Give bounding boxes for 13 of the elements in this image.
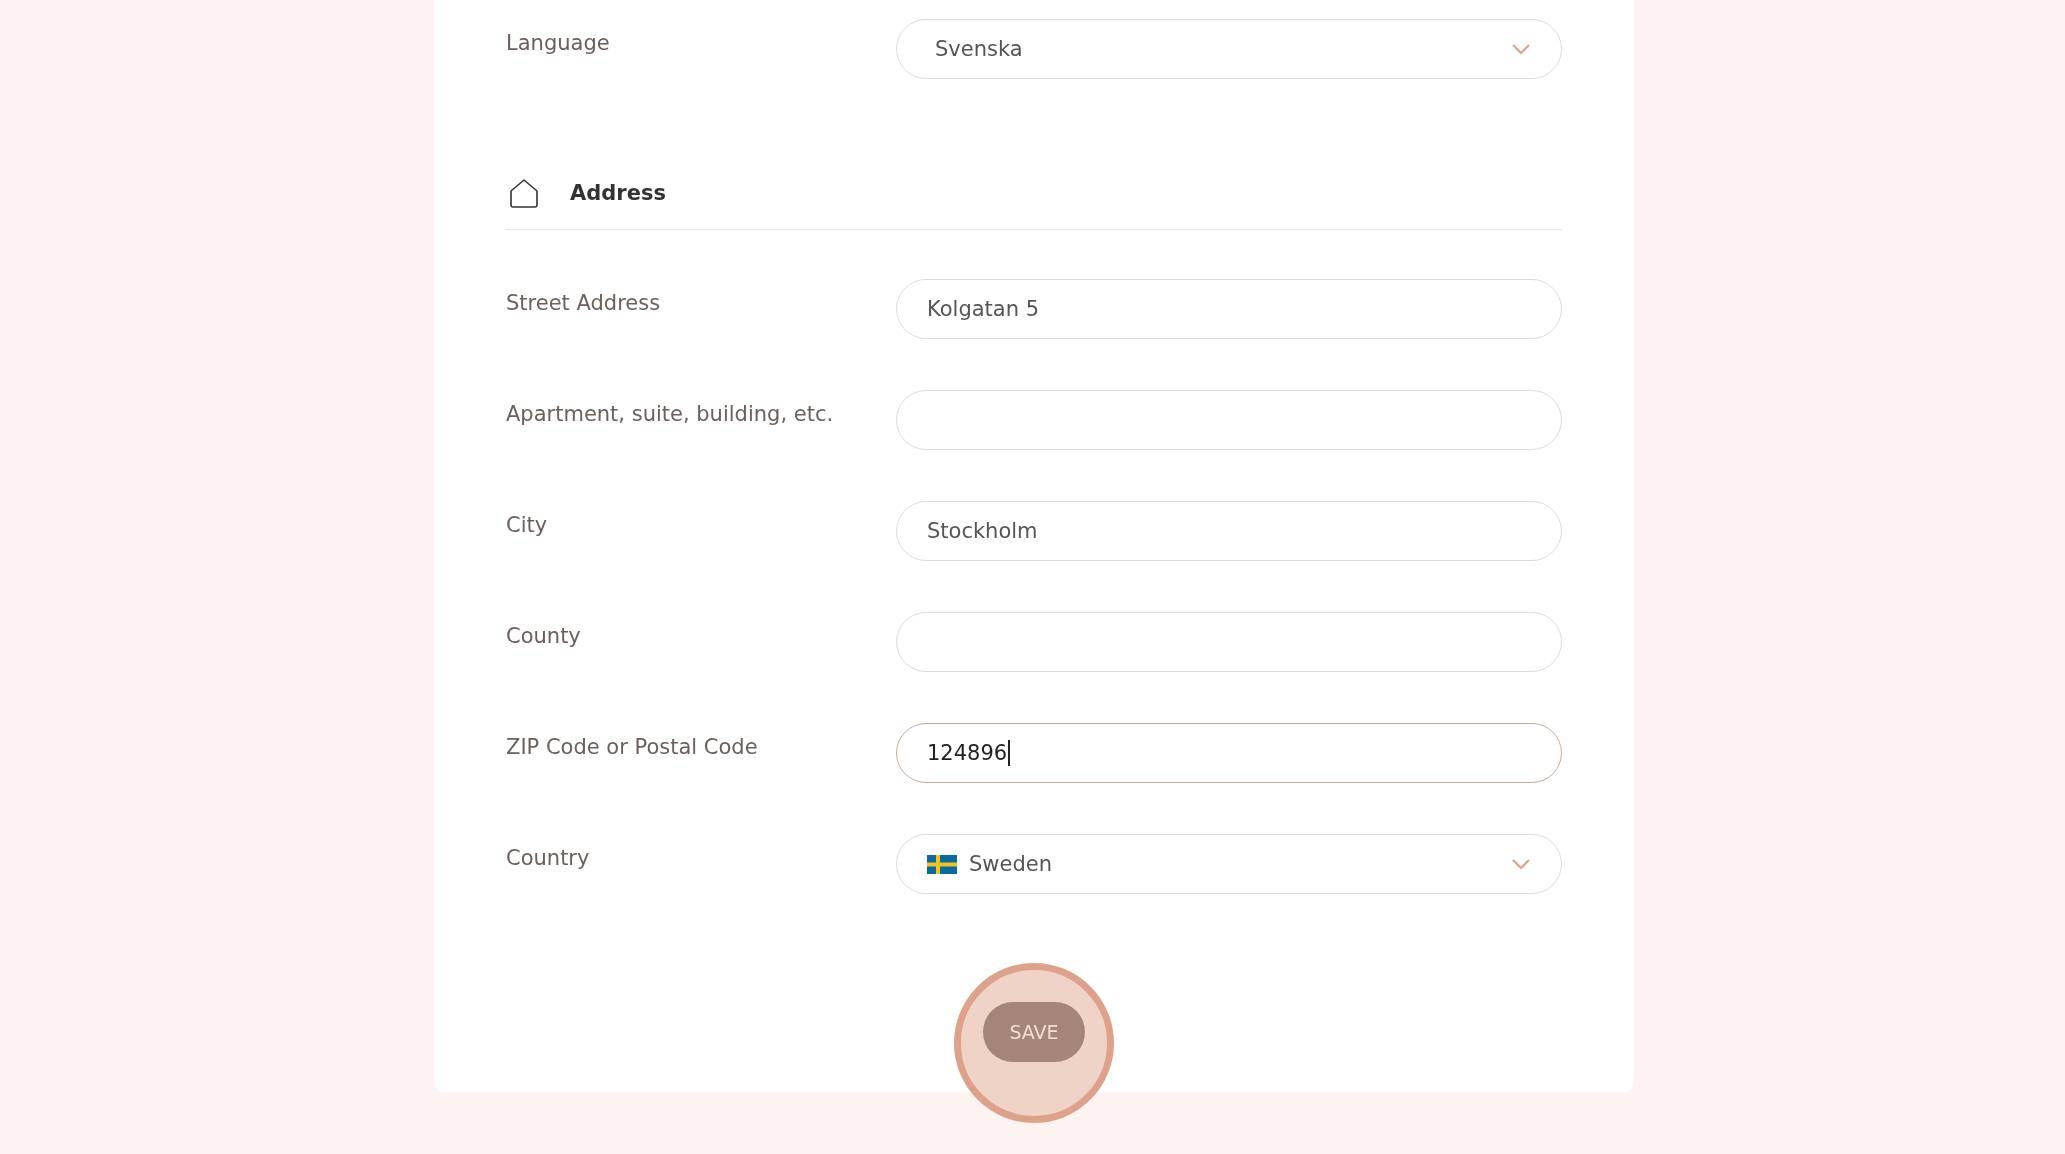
field-label: Language xyxy=(506,30,611,55)
field-label: City xyxy=(506,512,549,537)
field-label: Street Address xyxy=(506,290,662,315)
field-label: Country xyxy=(506,845,591,870)
field-label: County xyxy=(506,623,582,648)
input-field[interactable] xyxy=(896,612,1562,672)
flag-icon xyxy=(927,854,957,874)
house-icon xyxy=(508,177,540,209)
chevron-down-icon xyxy=(1511,858,1531,870)
chevron-down-icon xyxy=(1511,43,1531,55)
field-label: Apartment, suite, building, etc. xyxy=(506,401,835,426)
field-label: ZIP Code or Postal Code xyxy=(506,734,759,759)
section-title: Address xyxy=(570,181,666,205)
